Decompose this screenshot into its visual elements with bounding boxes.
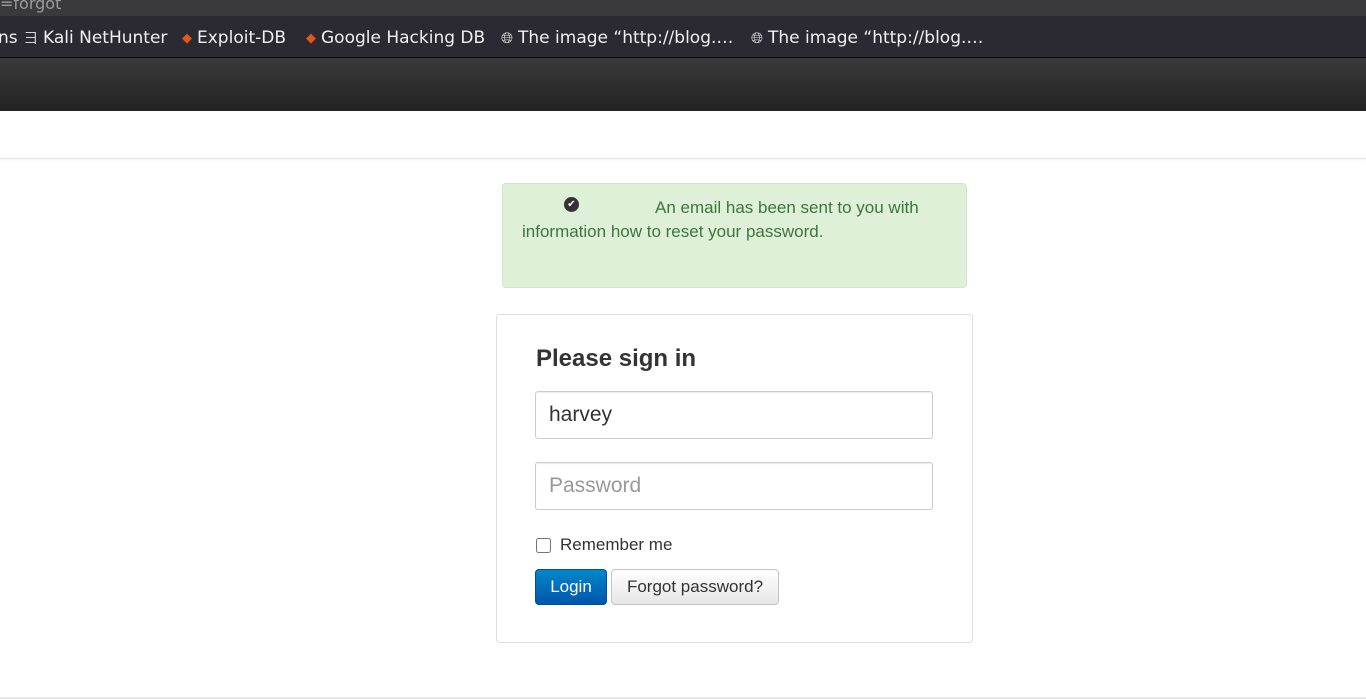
url-text: =forgot xyxy=(0,0,62,13)
login-button[interactable]: Login xyxy=(535,569,607,605)
site-subheader xyxy=(0,111,1366,159)
bookmark-label: Google Hacking DB xyxy=(321,28,486,48)
bookmark-label: ns xyxy=(0,28,18,48)
exploit-db-icon: ◆ xyxy=(306,30,316,46)
forgot-password-button[interactable]: Forgot password? xyxy=(611,569,779,605)
url-bar[interactable]: =forgot xyxy=(0,0,1366,16)
exploit-db-icon: ◆ xyxy=(182,30,192,46)
login-panel: Please sign in Remember me Login Forgot … xyxy=(496,314,973,643)
bookmark-item-exploit-db[interactable]: ◆ Exploit-DB xyxy=(182,28,286,48)
alert-message: An email has been sent to you with infor… xyxy=(522,198,919,241)
bookmark-item-image-2[interactable]: 🌐︎ The image “http://blog.… xyxy=(751,28,983,48)
bookmark-item-partial[interactable]: ns xyxy=(0,28,18,48)
bookmark-item-kali-nethunter[interactable]: ⺕ Kali NetHunter xyxy=(24,28,167,48)
bookmark-label: Kali NetHunter xyxy=(43,28,168,48)
password-input[interactable] xyxy=(535,462,933,510)
success-alert: ✔ An email has been sent to you with inf… xyxy=(502,183,967,288)
bookmark-label: The image “http://blog.… xyxy=(518,28,734,48)
bookmark-label: The image “http://blog.… xyxy=(768,28,984,48)
site-navbar xyxy=(0,58,1366,111)
bookmarks-toolbar: ns ⺕ Kali NetHunter ◆ Exploit-DB ◆ Googl… xyxy=(0,16,1366,58)
login-title: Please sign in xyxy=(536,345,697,372)
kali-dragon-icon: ⺕ xyxy=(24,31,38,47)
remember-me-label: Remember me xyxy=(560,535,673,554)
globe-icon: 🌐︎ xyxy=(501,29,514,47)
remember-me[interactable]: Remember me xyxy=(535,535,672,555)
remember-me-checkbox[interactable] xyxy=(536,537,551,553)
bookmark-item-google-hacking-db[interactable]: ◆ Google Hacking DB xyxy=(306,28,485,48)
globe-icon: 🌐︎ xyxy=(751,29,764,47)
username-input[interactable] xyxy=(535,391,933,439)
bookmark-label: Exploit-DB xyxy=(197,28,286,48)
bookmark-item-image-1[interactable]: 🌐︎ The image “http://blog.… xyxy=(501,28,733,48)
